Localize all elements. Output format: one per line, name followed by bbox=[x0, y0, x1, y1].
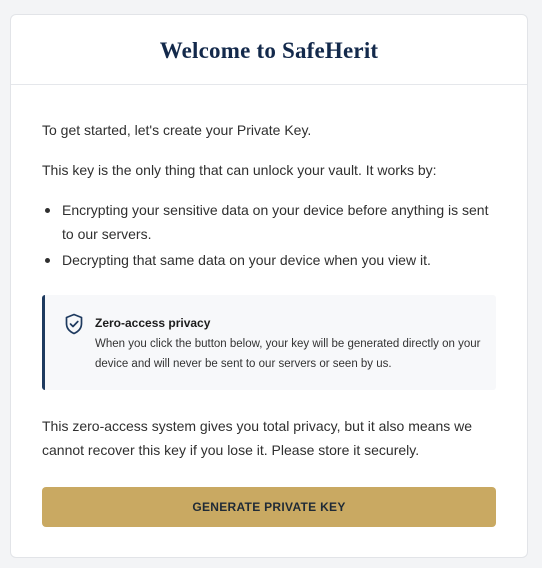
callout-text: When you click the button below, your ke… bbox=[95, 338, 481, 370]
privacy-callout: Zero-access privacy When you click the b… bbox=[42, 295, 496, 390]
shield-check-icon bbox=[65, 313, 83, 335]
page-title: Welcome to SafeHerit bbox=[159, 37, 379, 63]
card-header: Welcome to SafeHerit bbox=[11, 15, 527, 85]
list-item: Encrypting your sensitive data on your d… bbox=[42, 198, 502, 246]
outro-text: This zero-access system gives you total … bbox=[42, 418, 473, 458]
bullet-icon bbox=[45, 208, 50, 213]
feature-list: Encrypting your sensitive data on your d… bbox=[42, 198, 502, 274]
callout-title: Zero-access privacy bbox=[95, 316, 211, 330]
list-item-text: Encrypting your sensitive data on your d… bbox=[62, 202, 489, 242]
intro-text: To get started, let's create your Privat… bbox=[42, 122, 312, 138]
welcome-card: Welcome to SafeHerit To get started, let… bbox=[10, 14, 528, 558]
list-item: Decrypting that same data on your device… bbox=[42, 248, 502, 272]
generate-private-key-button[interactable]: GENERATE PRIVATE KEY bbox=[42, 487, 496, 527]
lead-text: This key is the only thing that can unlo… bbox=[42, 162, 437, 178]
bullet-icon bbox=[45, 258, 50, 263]
list-item-text: Decrypting that same data on your device… bbox=[62, 252, 431, 268]
